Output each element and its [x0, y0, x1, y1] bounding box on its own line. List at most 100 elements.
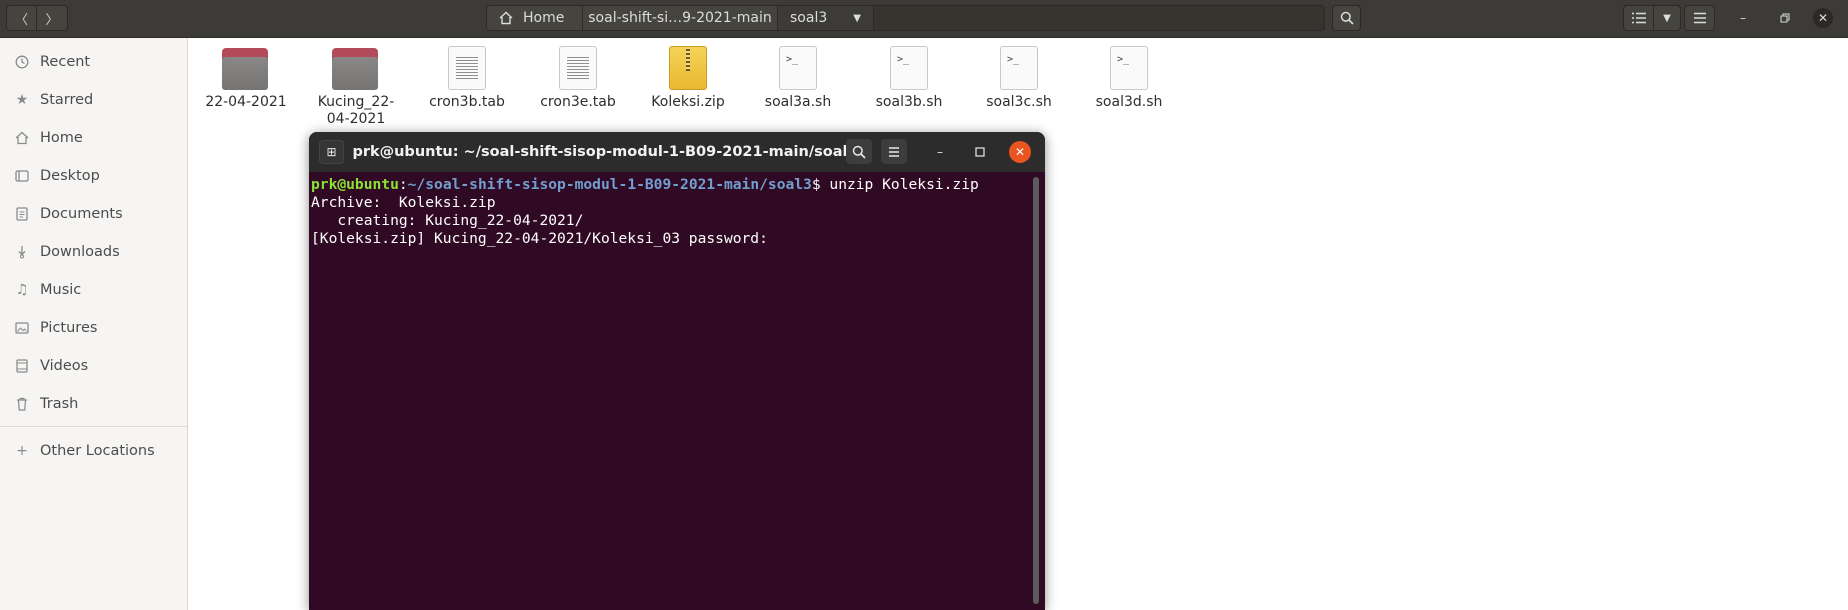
file-item-script[interactable]: >_ soal3b.sh: [854, 44, 964, 111]
sidebar-item-other-locations[interactable]: + Other Locations: [0, 432, 187, 470]
breadcrumb-home[interactable]: Home: [487, 6, 583, 30]
shell-script-icon: >_: [995, 44, 1043, 92]
prompt-path: ~/soal-shift-sisop-modul-1-B09-2021-main…: [407, 176, 812, 193]
terminal-menu-button[interactable]: [881, 139, 907, 164]
terminal-maximize-button[interactable]: [970, 142, 990, 162]
close-button[interactable]: ✕: [1813, 8, 1833, 28]
sidebar-item-label: Starred: [40, 92, 94, 108]
sidebar-item-pictures[interactable]: Pictures: [0, 309, 187, 347]
sidebar-item-trash[interactable]: Trash: [0, 385, 187, 423]
maximize-button[interactable]: [1775, 8, 1795, 28]
search-icon: [852, 145, 866, 159]
file-name: soal3c.sh: [986, 94, 1052, 110]
terminal-output[interactable]: prk@ubuntu:~/soal-shift-sisop-modul-1-B0…: [311, 176, 1029, 248]
file-name: soal3d.sh: [1095, 94, 1163, 110]
sidebar-item-label: Downloads: [40, 244, 120, 260]
file-name: soal3b.sh: [875, 94, 943, 110]
file-name: 22-04-2021: [205, 94, 287, 110]
sidebar-item-documents[interactable]: Documents: [0, 195, 187, 233]
chevron-right-icon: 〉: [45, 12, 59, 28]
view-options-button[interactable]: ▼: [1654, 5, 1681, 31]
home-icon: [499, 11, 513, 25]
breadcrumb: Home soal-shift-si…9-2021-main soal3 ▼: [486, 5, 1325, 31]
sidebar-item-label: Pictures: [40, 320, 98, 336]
folder-icon: [332, 44, 380, 92]
sidebar-item-recent[interactable]: Recent: [0, 43, 187, 81]
sidebar-item-label: Recent: [40, 54, 91, 70]
restore-icon: [1780, 13, 1790, 23]
breadcrumb-parent-folder[interactable]: soal-shift-si…9-2021-main: [583, 6, 778, 30]
close-icon: ✕: [1817, 11, 1829, 25]
chevron-left-icon: 〈: [14, 12, 28, 28]
file-item-script[interactable]: >_ soal3c.sh: [964, 44, 1074, 111]
sidebar-item-videos[interactable]: Videos: [0, 347, 187, 385]
file-name: Kucing_22-04-2021: [317, 94, 395, 127]
shell-script-icon: >_: [1105, 44, 1153, 92]
terminal-output-line: creating: Kucing_22-04-2021/: [311, 212, 584, 229]
minimize-button[interactable]: –: [1733, 8, 1753, 28]
download-icon: [14, 244, 30, 260]
file-item-text[interactable]: cron3e.tab: [523, 44, 633, 111]
terminal-window[interactable]: ⊞ prk@ubuntu: ~/soal-shift-sisop-modul-1…: [309, 132, 1045, 610]
terminal-minimize-button[interactable]: –: [930, 142, 950, 162]
list-view-button[interactable]: [1623, 5, 1654, 31]
minimize-icon: –: [937, 145, 943, 159]
plus-icon: +: [16, 443, 28, 459]
back-button[interactable]: 〈: [6, 5, 37, 31]
minimize-icon: –: [1740, 11, 1746, 25]
file-name: Koleksi.zip: [651, 94, 725, 110]
search-button[interactable]: [1332, 5, 1361, 31]
sidebar-item-label: Music: [40, 282, 82, 298]
forward-button[interactable]: 〉: [37, 5, 68, 31]
file-item-folder[interactable]: 22-04-2021: [191, 44, 301, 111]
new-tab-button[interactable]: ⊞: [319, 140, 344, 164]
sidebar-item-label: Other Locations: [40, 443, 155, 459]
video-icon: [14, 358, 30, 374]
maximize-icon: [975, 147, 985, 157]
document-icon: [14, 206, 30, 222]
music-icon: ♫: [15, 282, 29, 298]
file-name: soal3a.sh: [764, 94, 832, 110]
file-item-zip[interactable]: Koleksi.zip: [633, 44, 743, 111]
list-view-icon: [1631, 12, 1646, 24]
file-item-text[interactable]: cron3b.tab: [412, 44, 522, 111]
sidebar-item-starred[interactable]: ★ Starred: [0, 81, 187, 119]
terminal-title: prk@ubuntu: ~/soal-shift-sisop-modul-1-B…: [352, 144, 858, 160]
file-item-folder[interactable]: Kucing_22-04-2021: [301, 44, 411, 128]
sidebar-item-music[interactable]: ♫ Music: [0, 271, 187, 309]
sidebar-item-desktop[interactable]: Desktop: [0, 157, 187, 195]
file-item-script[interactable]: >_ soal3a.sh: [743, 44, 853, 111]
trash-icon: [14, 396, 30, 412]
terminal-scrollbar[interactable]: [1033, 177, 1039, 604]
terminal-output-line: [Koleksi.zip] Kucing_22-04-2021/Koleksi_…: [311, 230, 768, 247]
hamburger-menu-icon: [1693, 12, 1706, 24]
shell-script-icon: >_: [885, 44, 933, 92]
star-icon: ★: [15, 92, 29, 108]
hamburger-menu-icon: [889, 146, 899, 157]
prompt-separator: :: [398, 176, 408, 193]
home-icon: [14, 130, 30, 146]
terminal-output-line: Archive: Koleksi.zip: [311, 194, 496, 211]
breadcrumb-parent-label: soal-shift-si…9-2021-main: [588, 10, 772, 26]
breadcrumb-home-label: Home: [523, 10, 565, 26]
terminal-close-button[interactable]: ✕: [1009, 141, 1031, 163]
close-icon: ✕: [1014, 145, 1026, 159]
sidebar-item-label: Trash: [40, 396, 79, 412]
search-icon: [1340, 11, 1354, 25]
navigation-buttons: 〈 〉: [6, 5, 68, 31]
picture-icon: [14, 320, 30, 336]
breadcrumb-current-folder[interactable]: soal3 ▼: [778, 6, 874, 30]
sidebar-item-label: Videos: [40, 358, 89, 374]
text-file-icon: [443, 44, 491, 92]
new-tab-icon: ⊞: [326, 145, 337, 159]
terminal-search-button[interactable]: [846, 139, 872, 164]
desktop-icon: [14, 168, 30, 184]
main-menu-button[interactable]: [1684, 5, 1715, 31]
sidebar: Recent ★ Starred Home Desktop Documents …: [0, 38, 188, 610]
terminal-titlebar[interactable]: ⊞ prk@ubuntu: ~/soal-shift-sisop-modul-1…: [309, 132, 1045, 172]
sidebar-item-label: Desktop: [40, 168, 100, 184]
file-item-script[interactable]: >_ soal3d.sh: [1074, 44, 1184, 111]
sidebar-item-home[interactable]: Home: [0, 119, 187, 157]
prompt-command: $ unzip Koleksi.zip: [811, 176, 979, 193]
sidebar-item-downloads[interactable]: Downloads: [0, 233, 187, 271]
